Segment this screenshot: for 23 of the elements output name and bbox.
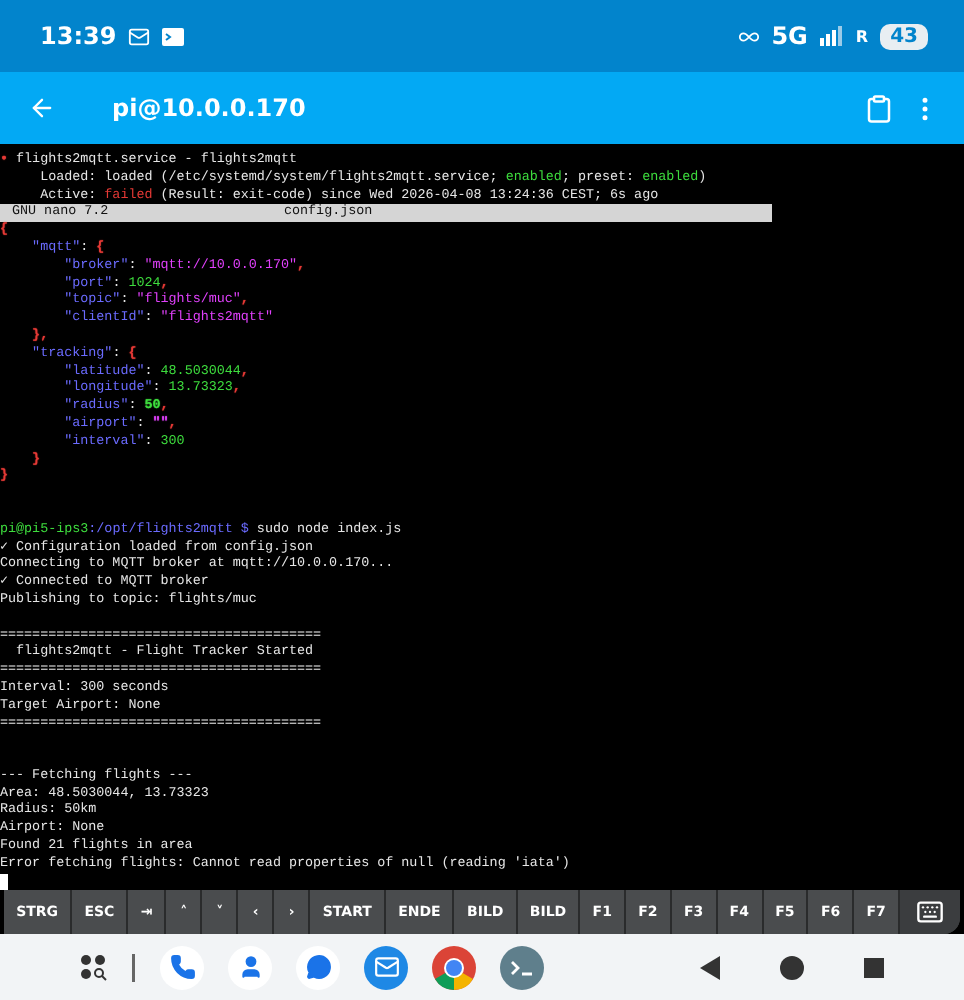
contacts-app-icon[interactable] bbox=[228, 945, 272, 990]
roaming-indicator: R bbox=[855, 27, 869, 45]
terminal-app-icon[interactable] bbox=[500, 945, 544, 990]
network-type: 5G bbox=[771, 22, 808, 50]
battery-level: 43 bbox=[880, 23, 928, 49]
mail-app-icon[interactable] bbox=[364, 945, 408, 990]
browser-app-icon[interactable] bbox=[432, 945, 476, 990]
messages-app-icon[interactable] bbox=[296, 945, 340, 990]
keyboard-icon bbox=[916, 898, 945, 927]
back-nav-icon[interactable] bbox=[700, 955, 720, 980]
app-search-icon[interactable] bbox=[80, 953, 108, 982]
app-title: pi@10.0.0.170 bbox=[112, 94, 306, 122]
signal-icon bbox=[819, 26, 844, 46]
terminal-icon bbox=[162, 27, 185, 45]
status-time: 13:39 bbox=[40, 22, 117, 50]
back-icon[interactable] bbox=[28, 94, 56, 122]
clipboard-icon[interactable] bbox=[864, 93, 894, 123]
mail-icon bbox=[128, 25, 151, 47]
dock-divider bbox=[132, 953, 136, 982]
phone-app-icon[interactable] bbox=[160, 945, 204, 990]
recents-nav-icon[interactable] bbox=[864, 957, 884, 978]
terminal-cursor bbox=[0, 873, 8, 890]
home-nav-icon[interactable] bbox=[780, 955, 804, 980]
